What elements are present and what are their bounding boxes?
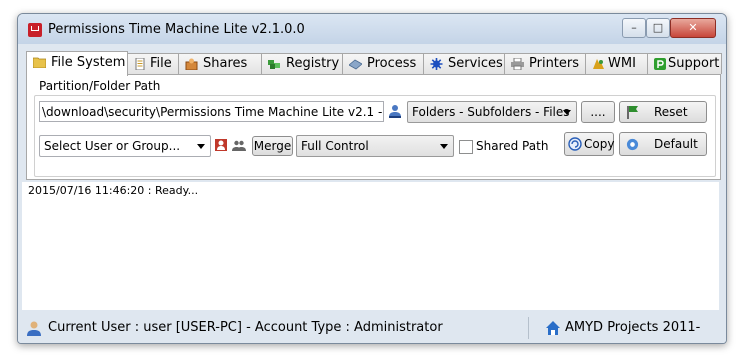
reset-label: Reset xyxy=(654,105,688,119)
permission-select-value: Full Control xyxy=(301,139,369,153)
copy-icon xyxy=(568,137,582,151)
chevron-down-icon xyxy=(563,110,571,115)
tab-support[interactable]: Support xyxy=(647,53,722,74)
default-icon xyxy=(626,138,639,151)
app-window: Permissions Time Machine Lite v2.1.0.0 –… xyxy=(17,13,727,344)
title-bar[interactable]: Permissions Time Machine Lite v2.1.0.0 –… xyxy=(18,14,726,44)
tab-strip: File System File Shares Registry Process… xyxy=(26,51,722,76)
reset-button[interactable]: Reset xyxy=(619,101,707,123)
tab-label: Registry xyxy=(286,56,340,71)
path-input[interactable]: \download\security\Permissions Time Mach… xyxy=(39,101,384,122)
log-output[interactable]: 2015/07/16 11:46:20 : Ready... xyxy=(22,182,719,310)
shares-icon xyxy=(185,58,198,70)
status-copyright: AMYD Projects 2011-2015 xyxy=(528,317,719,343)
user-group-select[interactable]: Select User or Group... xyxy=(39,135,211,157)
group-label: Partition/Folder Path xyxy=(39,79,161,93)
file-icon xyxy=(135,58,145,70)
tab-label: WMI xyxy=(608,56,636,71)
copyright-text: AMYD Projects 2011-2015 xyxy=(565,320,701,343)
tab-process[interactable]: Process xyxy=(342,53,424,74)
user-group-select-value: Select User or Group... xyxy=(44,139,181,153)
user-red-icon[interactable] xyxy=(214,138,228,152)
wmi-icon xyxy=(593,59,604,69)
maximize-button[interactable]: □ xyxy=(646,18,670,38)
tab-printers[interactable]: Printers xyxy=(504,53,586,74)
tab-label: Printers xyxy=(529,56,580,71)
current-user-text: Current User : user [USER-PC] - Account … xyxy=(48,320,443,335)
folder-icon xyxy=(33,57,46,68)
process-icon xyxy=(349,59,362,70)
close-button[interactable]: ✕ xyxy=(670,18,716,38)
tab-registry[interactable]: Registry xyxy=(261,53,343,74)
home-icon xyxy=(546,321,560,335)
flag-icon xyxy=(627,106,638,119)
users-icon[interactable] xyxy=(232,138,246,152)
copy-label: Copy xyxy=(584,137,615,151)
printer-icon xyxy=(511,58,524,70)
support-icon xyxy=(654,58,666,70)
tab-label: File System xyxy=(51,55,126,70)
minimize-button[interactable]: – xyxy=(622,18,646,38)
status-bar: Current User : user [USER-PC] - Account … xyxy=(18,313,726,343)
browse-button[interactable]: .... xyxy=(581,101,615,123)
chevron-down-icon xyxy=(197,144,205,149)
tab-label: Process xyxy=(367,56,417,71)
services-icon xyxy=(430,58,443,70)
tab-wmi[interactable]: WMI xyxy=(585,53,648,74)
default-button[interactable]: Default xyxy=(619,132,707,156)
user-browse-icon[interactable] xyxy=(388,104,402,118)
merge-button[interactable]: Merge xyxy=(252,136,293,156)
file-system-panel: Partition/Folder Path \download\security… xyxy=(26,74,721,180)
chevron-down-icon xyxy=(440,144,448,149)
tab-label: File xyxy=(150,56,172,71)
user-icon xyxy=(27,321,41,336)
status-user: Current User : user [USER-PC] - Account … xyxy=(22,317,522,339)
permission-select[interactable]: Full Control xyxy=(296,135,454,157)
log-line: 2015/07/16 11:46:20 : Ready... xyxy=(28,184,199,197)
tab-shares[interactable]: Shares xyxy=(178,53,262,74)
window-title: Permissions Time Machine Lite v2.1.0.0 xyxy=(48,22,305,37)
scope-select-value: Folders - Subfolders - Files xyxy=(412,105,570,119)
default-label: Default xyxy=(654,137,698,151)
tab-services[interactable]: Services xyxy=(423,53,505,74)
tab-label: Services xyxy=(448,56,503,71)
scope-select[interactable]: Folders - Subfolders - Files xyxy=(407,101,577,123)
registry-icon xyxy=(268,60,280,69)
app-icon xyxy=(28,23,42,37)
copy-button[interactable]: Copy xyxy=(564,132,614,156)
tab-label: Support xyxy=(668,56,720,71)
tab-file[interactable]: File xyxy=(127,53,179,74)
shared-path-checkbox[interactable] xyxy=(459,140,473,154)
tab-label: Shares xyxy=(203,56,248,71)
shared-path-label: Shared Path xyxy=(476,139,549,153)
tab-file-system[interactable]: File System xyxy=(26,51,128,76)
